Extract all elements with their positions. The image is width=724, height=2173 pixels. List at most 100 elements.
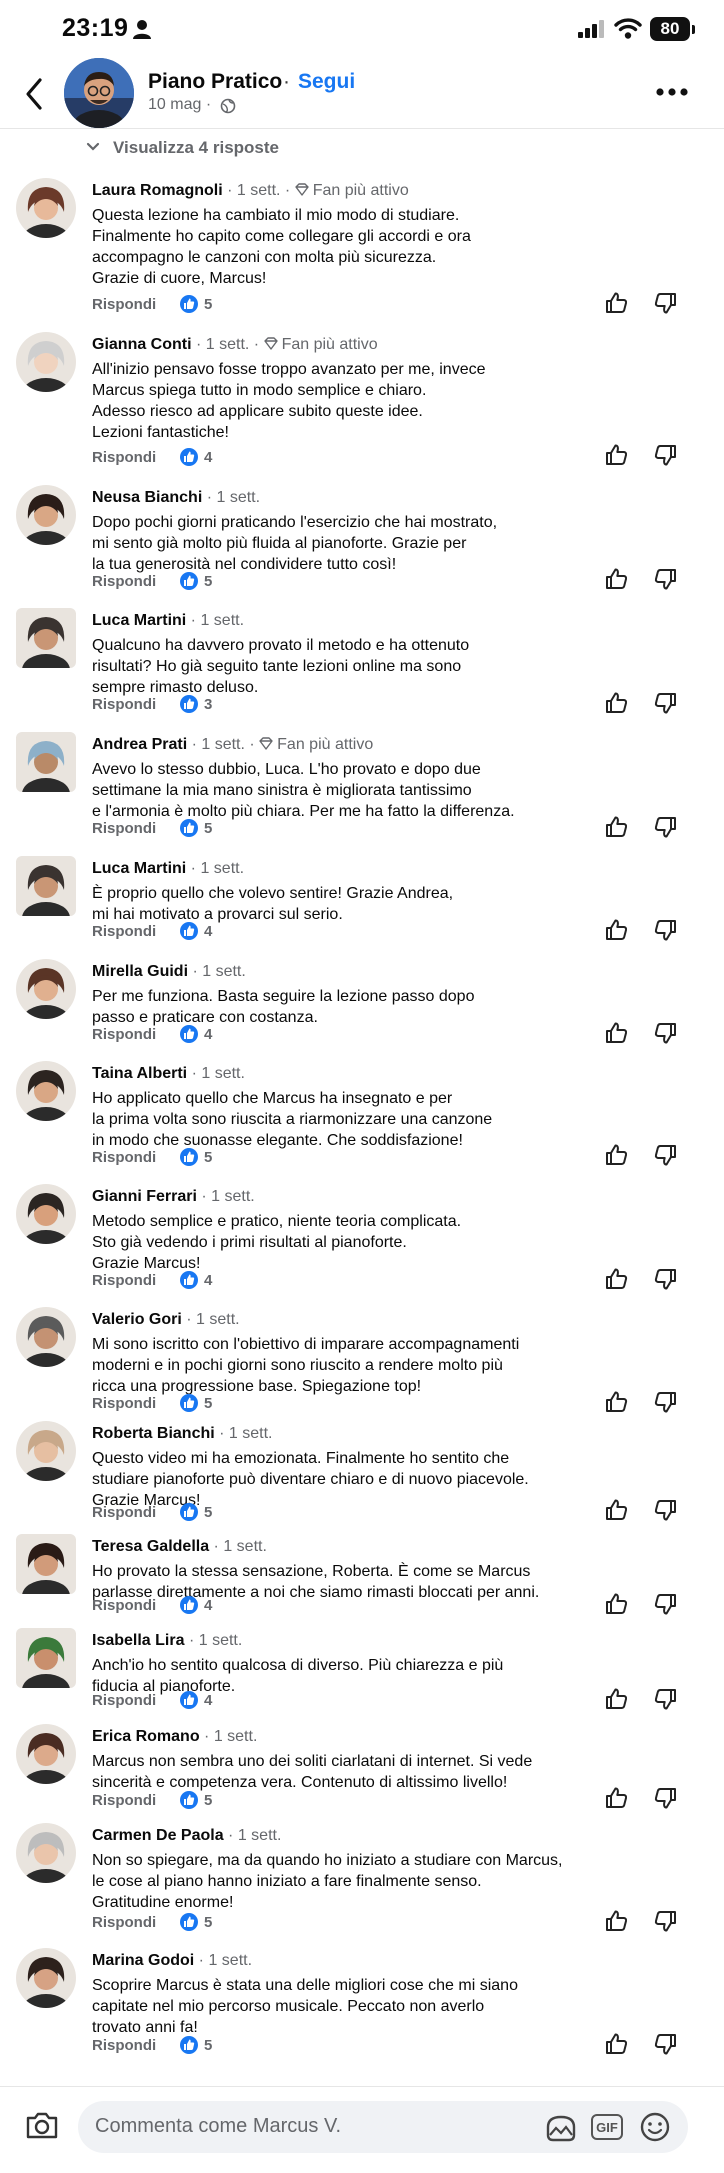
thumb-up-icon[interactable]	[604, 566, 630, 592]
reply-button[interactable]: Rispondi	[92, 1504, 156, 1521]
thumb-down-icon[interactable]	[652, 1686, 678, 1712]
commenter-name[interactable]: Roberta Bianchi	[92, 1425, 215, 1442]
commenter-avatar[interactable]	[16, 1061, 76, 1121]
reply-button[interactable]: Rispondi	[92, 449, 156, 466]
commenter-avatar[interactable]	[16, 332, 76, 392]
commenter-avatar[interactable]	[16, 732, 76, 792]
thumb-down-icon[interactable]	[652, 2031, 678, 2057]
commenter-name[interactable]: Gianni Ferrari	[92, 1188, 197, 1205]
thumb-up-icon[interactable]	[604, 290, 630, 316]
like-reaction-icon	[180, 1596, 198, 1614]
thumb-up-icon[interactable]	[604, 690, 630, 716]
commenter-name[interactable]: Mirella Guidi	[92, 963, 188, 980]
commenter-avatar[interactable]	[16, 178, 76, 238]
thumb-up-icon[interactable]	[604, 442, 630, 468]
commenter-name[interactable]: Teresa Galdella	[92, 1538, 209, 1555]
commenter-avatar[interactable]	[16, 1823, 76, 1883]
reply-button[interactable]: Rispondi	[92, 1914, 156, 1931]
reply-button[interactable]: Rispondi	[92, 1792, 156, 1809]
reply-button[interactable]: Rispondi	[92, 820, 156, 837]
camera-icon[interactable]	[24, 2109, 60, 2141]
reply-button[interactable]: Rispondi	[92, 1597, 156, 1614]
commenter-name[interactable]: Laura Romagnoli	[92, 182, 223, 199]
commenter-name[interactable]: Andrea Prati	[92, 736, 187, 753]
commenter-avatar[interactable]	[16, 1307, 76, 1367]
top-fan-label: Fan più attivo	[277, 736, 374, 753]
thumb-down-icon[interactable]	[652, 1142, 678, 1168]
reply-button[interactable]: Rispondi	[92, 1692, 156, 1709]
view-replies-link[interactable]: Visualizza 4 risposte	[113, 138, 279, 158]
reply-button[interactable]: Rispondi	[92, 1272, 156, 1289]
thumb-down-icon[interactable]	[652, 690, 678, 716]
thumb-up-icon[interactable]	[604, 1908, 630, 1934]
thumb-down-icon[interactable]	[652, 1020, 678, 1046]
commenter-name[interactable]: Neusa Bianchi	[92, 489, 202, 506]
reply-button[interactable]: Rispondi	[92, 696, 156, 713]
reply-button[interactable]: Rispondi	[92, 1395, 156, 1412]
commenter-avatar[interactable]	[16, 1628, 76, 1688]
commenter-avatar[interactable]	[16, 608, 76, 668]
comment-header: Laura Romagnoli · 1 sett. · Fan più atti…	[92, 182, 409, 200]
more-options-icon[interactable]	[654, 82, 690, 102]
commenter-name[interactable]: Isabella Lira	[92, 1632, 185, 1649]
comment-input[interactable]: Commenta come Marcus V.	[95, 2115, 341, 2138]
thumb-down-icon[interactable]	[652, 290, 678, 316]
commenter-avatar[interactable]	[16, 856, 76, 916]
commenter-name[interactable]: Taina Alberti	[92, 1065, 187, 1082]
page-name[interactable]: Piano Pratico	[148, 70, 282, 94]
commenter-name[interactable]: Erica Romano	[92, 1728, 200, 1745]
commenter-name[interactable]: Luca Martini	[92, 612, 186, 629]
thumb-up-icon[interactable]	[604, 814, 630, 840]
thumb-up-icon[interactable]	[604, 1266, 630, 1292]
commenter-name[interactable]: Marina Godoi	[92, 1952, 194, 1969]
thumb-down-icon[interactable]	[652, 1785, 678, 1811]
thumb-down-icon[interactable]	[652, 1591, 678, 1617]
thumb-down-icon[interactable]	[652, 566, 678, 592]
gif-button[interactable]: GIF	[591, 2114, 623, 2140]
emoji-icon[interactable]	[639, 2111, 671, 2143]
reply-button[interactable]: Rispondi	[92, 1149, 156, 1166]
commenter-avatar[interactable]	[16, 1184, 76, 1244]
thumb-down-icon[interactable]	[652, 1389, 678, 1415]
thumb-down-icon[interactable]	[652, 814, 678, 840]
commenter-avatar[interactable]	[16, 1421, 76, 1481]
commenter-name[interactable]: Luca Martini	[92, 860, 186, 877]
reply-button[interactable]: Rispondi	[92, 1026, 156, 1043]
thumb-up-icon[interactable]	[604, 2031, 630, 2057]
commenter-avatar[interactable]	[16, 959, 76, 1019]
commenter-avatar[interactable]	[16, 1948, 76, 2008]
thumb-up-icon[interactable]	[604, 1591, 630, 1617]
chevron-down-icon[interactable]	[86, 141, 100, 153]
top-fan-badge: Fan più attivo	[295, 182, 409, 199]
commenter-name[interactable]: Carmen De Paola	[92, 1827, 224, 1844]
comment-header: Gianni Ferrari · 1 sett.	[92, 1188, 255, 1206]
reply-button[interactable]: Rispondi	[92, 2037, 156, 2054]
back-arrow-icon[interactable]	[20, 76, 50, 112]
thumb-down-icon[interactable]	[652, 917, 678, 943]
thumb-up-icon[interactable]	[604, 1686, 630, 1712]
follow-button[interactable]: Segui	[298, 70, 355, 94]
commenter-name[interactable]: Gianna Conti	[92, 336, 192, 353]
reply-button[interactable]: Rispondi	[92, 296, 156, 313]
commenter-avatar[interactable]	[16, 1534, 76, 1594]
thumb-down-icon[interactable]	[652, 442, 678, 468]
thumb-down-icon[interactable]	[652, 1908, 678, 1934]
thumb-down-icon[interactable]	[652, 1266, 678, 1292]
thumb-up-icon[interactable]	[604, 1020, 630, 1046]
thumb-up-icon[interactable]	[604, 1785, 630, 1811]
thumb-down-icon[interactable]	[652, 1497, 678, 1523]
sticker-icon[interactable]	[545, 2113, 577, 2143]
thumb-up-icon[interactable]	[604, 917, 630, 943]
thumb-up-icon[interactable]	[604, 1497, 630, 1523]
commenter-avatar[interactable]	[16, 485, 76, 545]
reply-button[interactable]: Rispondi	[92, 923, 156, 940]
thumb-up-icon[interactable]	[604, 1389, 630, 1415]
comment-time: 1 sett.	[196, 1311, 240, 1328]
comment-text: Ho provato la stessa sensazione, Roberta…	[92, 1563, 540, 1601]
reply-button[interactable]: Rispondi	[92, 573, 156, 590]
commenter-name[interactable]: Valerio Gori	[92, 1311, 182, 1328]
post-header: Piano Pratico · Segui 10 mag ·	[0, 52, 724, 129]
thumb-up-icon[interactable]	[604, 1142, 630, 1168]
page-avatar[interactable]	[64, 58, 134, 128]
commenter-avatar[interactable]	[16, 1724, 76, 1784]
